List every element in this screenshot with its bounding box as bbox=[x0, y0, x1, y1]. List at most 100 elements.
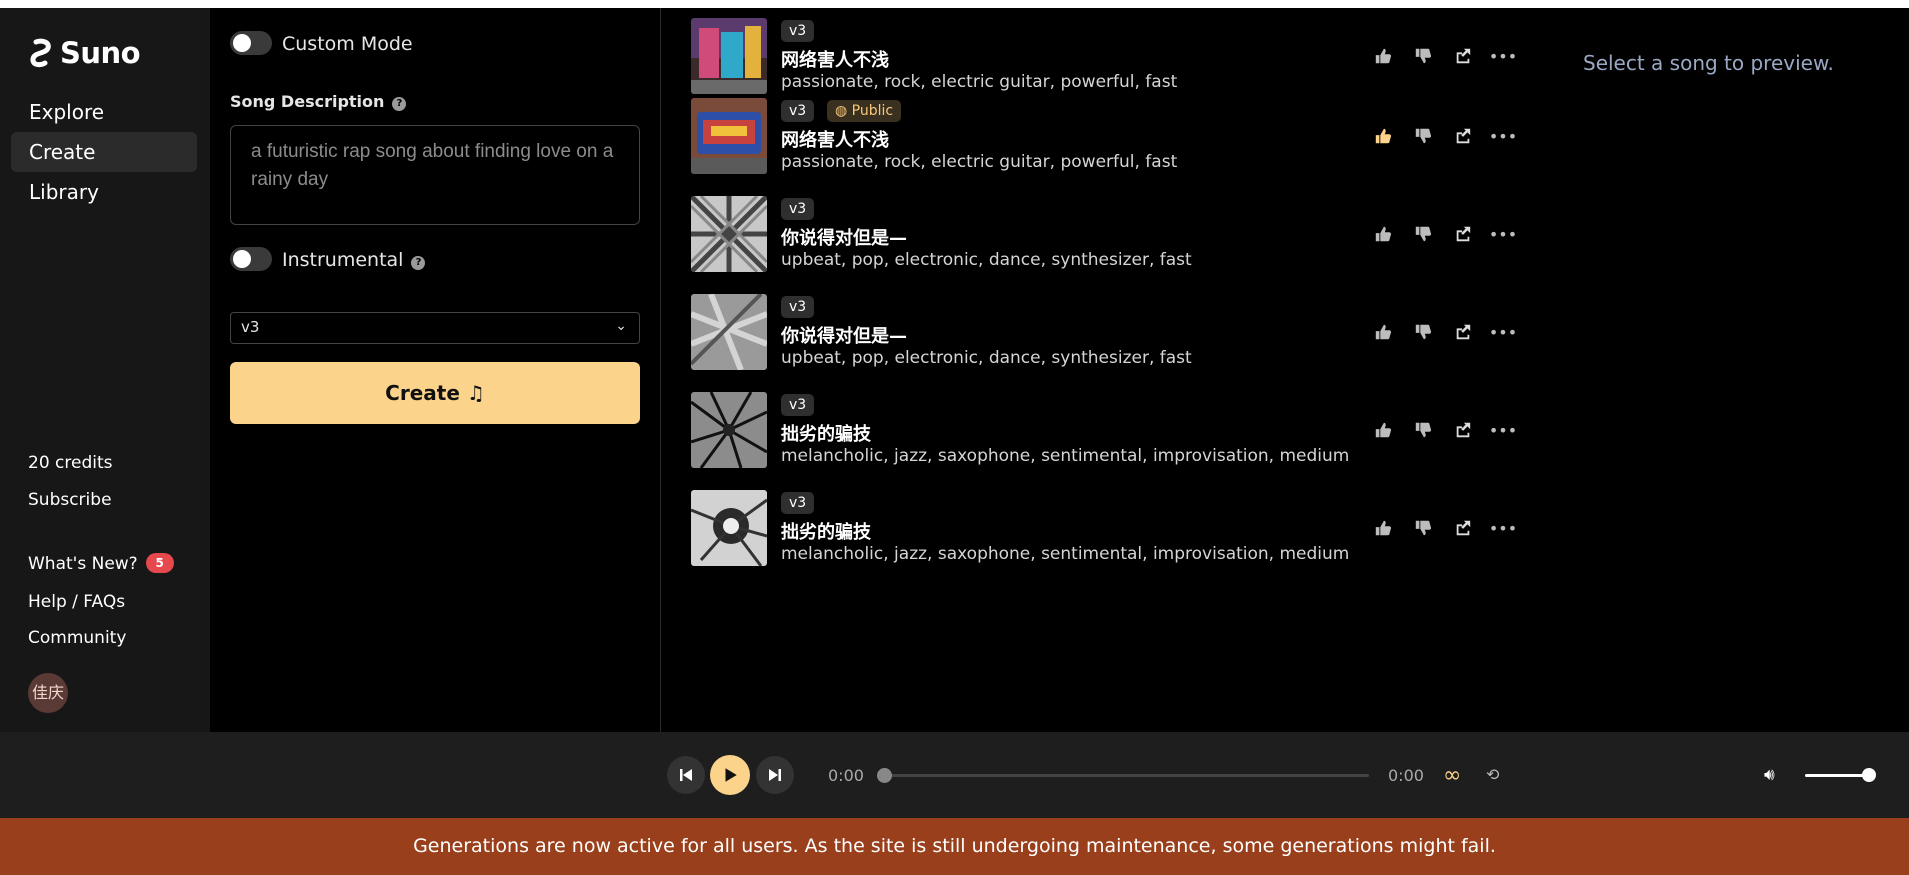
song-row[interactable]: v3 你说得对但是— upbeat, pop, electronic, danc… bbox=[691, 294, 1536, 374]
song-list: v3 网络害人不浅 passionate, rock, electric gui… bbox=[660, 8, 1545, 732]
version-tag: v3 bbox=[781, 394, 815, 416]
song-cover-image[interactable] bbox=[691, 294, 767, 370]
thumbs-up-icon[interactable] bbox=[1371, 124, 1395, 148]
thumbs-down-icon[interactable] bbox=[1411, 516, 1435, 540]
instrumental-label: Instrumental? bbox=[282, 249, 426, 271]
thumbs-down-icon[interactable] bbox=[1411, 222, 1435, 246]
share-icon[interactable] bbox=[1451, 222, 1475, 246]
credits-count: 20 credits bbox=[28, 453, 113, 473]
chevron-down-icon: ⌄ bbox=[615, 318, 627, 334]
skip-forward-icon bbox=[769, 769, 781, 781]
repeat-icon[interactable]: ⟲ bbox=[1486, 765, 1499, 784]
song-title[interactable]: 你说得对但是— bbox=[781, 224, 907, 250]
song-genres: upbeat, pop, electronic, dance, synthesi… bbox=[781, 250, 1192, 270]
song-title[interactable]: 拙劣的骗技 bbox=[781, 420, 871, 446]
whats-new-label: What's New? bbox=[28, 554, 138, 574]
help-icon[interactable]: ? bbox=[392, 97, 407, 111]
whats-new-link[interactable]: What's New? 5 bbox=[28, 553, 174, 574]
thumbs-up-icon[interactable] bbox=[1371, 44, 1395, 68]
thumbs-up-icon[interactable] bbox=[1371, 320, 1395, 344]
song-title[interactable]: 网络害人不浅 bbox=[781, 126, 889, 152]
globe-icon: ◍ bbox=[835, 103, 852, 119]
instrumental-toggle[interactable] bbox=[230, 247, 272, 271]
progress-slider[interactable] bbox=[877, 768, 1369, 783]
version-tag: v3 bbox=[781, 492, 815, 514]
create-button[interactable]: Create ♫ bbox=[230, 362, 640, 424]
version-tag: v3 bbox=[781, 296, 815, 318]
previous-track-button[interactable] bbox=[667, 756, 705, 794]
custom-mode-toggle[interactable] bbox=[230, 31, 272, 55]
song-description-label: Song Description? bbox=[230, 92, 407, 111]
share-icon[interactable] bbox=[1451, 44, 1475, 68]
song-cover-image[interactable] bbox=[691, 98, 767, 174]
share-icon[interactable] bbox=[1451, 124, 1475, 148]
song-title[interactable]: 拙劣的骗技 bbox=[781, 518, 871, 544]
app-name: Suno bbox=[60, 36, 141, 70]
song-cover-image[interactable] bbox=[691, 392, 767, 468]
share-icon[interactable] bbox=[1451, 516, 1475, 540]
song-cover-image[interactable] bbox=[691, 18, 767, 94]
share-icon[interactable] bbox=[1451, 418, 1475, 442]
suno-logo[interactable]: Suno bbox=[28, 36, 141, 70]
suno-logo-icon bbox=[30, 38, 51, 68]
subscribe-link[interactable]: Subscribe bbox=[28, 490, 112, 510]
more-options-icon[interactable]: ••• bbox=[1489, 516, 1517, 540]
version-tag: v3 bbox=[781, 20, 815, 42]
help-icon[interactable]: ? bbox=[411, 256, 426, 270]
more-options-icon[interactable]: ••• bbox=[1489, 418, 1517, 442]
user-avatar[interactable]: 佳庆 bbox=[28, 673, 68, 713]
public-tag-label: Public bbox=[851, 103, 894, 119]
share-icon[interactable] bbox=[1451, 320, 1475, 344]
thumbs-down-icon[interactable] bbox=[1411, 320, 1435, 344]
nav-create[interactable]: Create bbox=[11, 132, 197, 172]
thumbs-up-icon[interactable] bbox=[1371, 222, 1395, 246]
song-actions: ••• bbox=[1371, 44, 1517, 68]
song-actions: ••• bbox=[1371, 320, 1517, 344]
thumbs-up-icon[interactable] bbox=[1371, 516, 1395, 540]
help-faqs-link[interactable]: Help / FAQs bbox=[28, 592, 125, 612]
song-row[interactable]: v3 ◍ Public 网络害人不浅 passionate, rock, ele… bbox=[691, 98, 1536, 178]
thumbs-up-icon[interactable] bbox=[1371, 418, 1395, 442]
progress-knob[interactable] bbox=[877, 768, 892, 783]
preview-empty-message: Select a song to preview. bbox=[1583, 51, 1834, 75]
more-options-icon[interactable]: ••• bbox=[1489, 44, 1517, 68]
model-version-select[interactable]: v3 ⌄ bbox=[230, 312, 640, 344]
thumbs-down-icon[interactable] bbox=[1411, 418, 1435, 442]
song-title[interactable]: 你说得对但是— bbox=[781, 322, 907, 348]
song-genres: melancholic, jazz, saxophone, sentimenta… bbox=[781, 544, 1350, 564]
thumbs-down-icon[interactable] bbox=[1411, 44, 1435, 68]
more-options-icon[interactable]: ••• bbox=[1489, 124, 1517, 148]
community-link[interactable]: Community bbox=[28, 628, 126, 648]
music-note-icon: ♫ bbox=[466, 381, 485, 405]
play-button[interactable] bbox=[710, 755, 750, 795]
model-version-value: v3 bbox=[241, 318, 260, 336]
song-cover-image[interactable] bbox=[691, 196, 767, 272]
nav-explore[interactable]: Explore bbox=[11, 92, 197, 132]
volume-knob[interactable] bbox=[1862, 768, 1876, 782]
sidebar: Suno Explore Create Library 20 credits S… bbox=[0, 8, 210, 732]
skip-back-icon bbox=[680, 769, 692, 781]
song-actions: ••• bbox=[1371, 222, 1517, 246]
thumbs-down-icon[interactable] bbox=[1411, 124, 1435, 148]
nav-library[interactable]: Library bbox=[11, 172, 197, 212]
song-row[interactable]: v3 拙劣的骗技 melancholic, jazz, saxophone, s… bbox=[691, 392, 1536, 472]
next-track-button[interactable] bbox=[756, 756, 794, 794]
custom-mode-label: Custom Mode bbox=[282, 33, 413, 55]
song-row[interactable]: v3 网络害人不浅 passionate, rock, electric gui… bbox=[691, 18, 1536, 98]
window-top-strip bbox=[0, 0, 1909, 8]
whats-new-badge: 5 bbox=[145, 553, 174, 573]
more-options-icon[interactable]: ••• bbox=[1489, 320, 1517, 344]
song-title[interactable]: 网络害人不浅 bbox=[781, 46, 889, 72]
song-description-input[interactable] bbox=[230, 125, 640, 225]
song-actions: ••• bbox=[1371, 418, 1517, 442]
song-row[interactable]: v3 拙劣的骗技 melancholic, jazz, saxophone, s… bbox=[691, 490, 1536, 570]
song-row[interactable]: v3 你说得对但是— upbeat, pop, electronic, danc… bbox=[691, 196, 1536, 276]
more-options-icon[interactable]: ••• bbox=[1489, 222, 1517, 246]
song-preview-panel: Select a song to preview. bbox=[1543, 8, 1909, 732]
song-genres: passionate, rock, electric guitar, power… bbox=[781, 152, 1178, 172]
song-cover-image[interactable] bbox=[691, 490, 767, 566]
play-icon bbox=[725, 768, 737, 782]
volume-icon[interactable]: 🔊︎ bbox=[1764, 765, 1775, 785]
infinity-loop-icon[interactable]: ∞ bbox=[1443, 763, 1461, 788]
version-tag: v3 bbox=[781, 198, 815, 220]
